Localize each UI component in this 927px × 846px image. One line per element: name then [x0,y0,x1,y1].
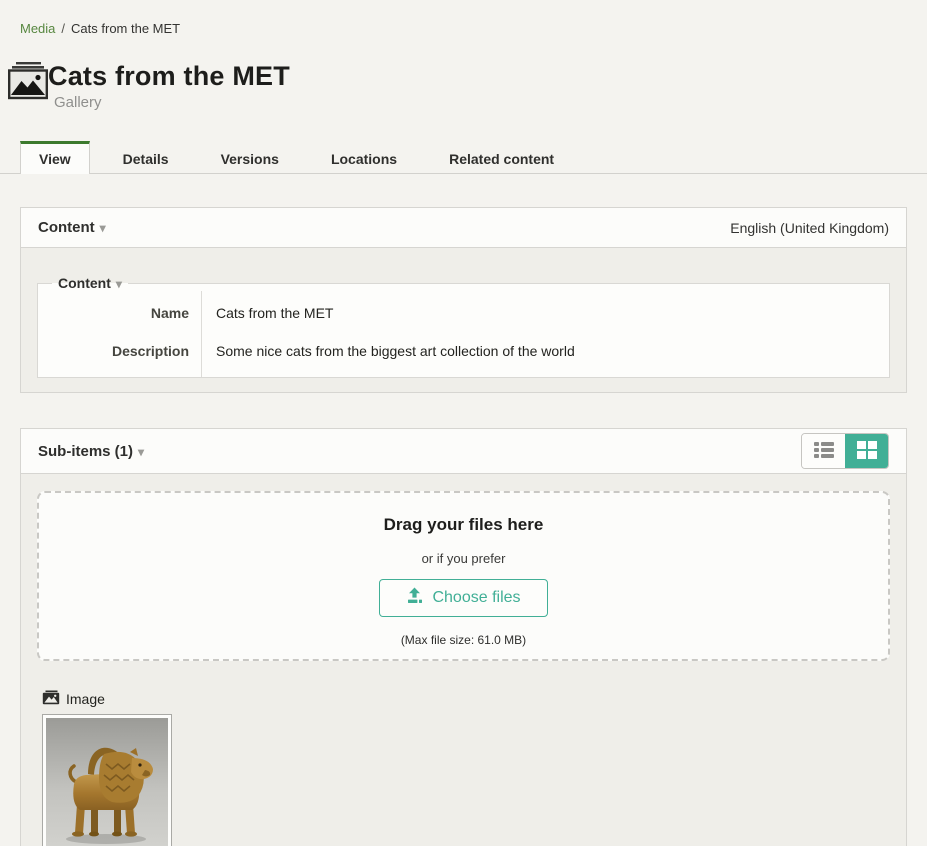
field-value: Cats from the MET [202,291,889,331]
dropzone-heading: Drag your files here [39,515,888,535]
field-row-name: Name Cats from the MET [38,291,889,331]
page: Media / Cats from the MET Cats from the ME… [0,0,927,846]
caret-down-icon: ▾ [116,277,122,291]
content-type-label: Gallery [54,94,290,111]
breadcrumb-separator: / [61,21,65,36]
content-panel: Content ▾ English (United Kingdom) Conten… [20,207,907,393]
subitems-panel-title[interactable]: Sub-items (1) ▾ [38,443,144,460]
language-label: English (United Kingdom) [730,220,889,236]
breadcrumb: Media / Cats from the MET [0,0,927,36]
max-file-size-note: (Max file size: 61.0 MB) [39,633,888,647]
caret-down-icon: ▾ [100,221,106,235]
tab-bar: View Details Versions Locations Related … [0,141,927,174]
page-title: Cats from the MET [48,60,290,92]
tab-details[interactable]: Details [104,141,188,174]
choose-files-button[interactable]: Choose files [379,579,547,617]
tab-versions[interactable]: Versions [202,141,298,174]
subitems-panel-header: Sub-items (1) ▾ [21,429,906,474]
view-mode-toggle [801,433,889,469]
tab-view[interactable]: View [20,141,90,174]
content-panel-title[interactable]: Content ▾ [38,219,106,236]
grid-view-button[interactable] [845,434,888,468]
tab-related-content[interactable]: Related content [430,141,573,174]
tab-locations[interactable]: Locations [312,141,416,174]
field-label: Name [38,291,202,331]
subitems-panel-body: Drag your files here or if you prefer Ch… [21,474,906,846]
content-panel-title-text: Content [38,219,95,236]
gallery-icon [8,62,48,100]
subitem-thumbnail[interactable] [42,714,172,846]
dropzone-subheading: or if you prefer [39,551,888,566]
lion-sculpture-image [46,718,168,846]
field-label: Description [38,331,202,377]
content-panel-header: Content ▾ English (United Kingdom) [21,208,906,248]
list-view-icon [813,441,835,462]
subitems-panel: Sub-items (1) ▾ [20,428,907,846]
breadcrumb-link-media[interactable]: Media [20,21,55,36]
content-fieldset-title-text: Content [58,275,111,291]
subitems-title-text: Sub-items (1) [38,443,133,460]
subitem-type-row: Image [42,690,890,708]
breadcrumb-current: Cats from the MET [71,21,180,36]
image-icon [42,690,60,708]
choose-files-label: Choose files [432,589,520,607]
content-fieldset-legend[interactable]: Content ▾ [52,275,128,291]
subitem-type-label: Image [66,691,105,707]
list-view-button[interactable] [802,434,845,468]
content-fieldset: Content ▾ Name Cats from the MET Descript… [37,275,890,378]
field-row-description: Description Some nice cats from the bigg… [38,331,889,377]
field-value: Some nice cats from the biggest art coll… [202,331,889,377]
upload-icon [406,587,423,609]
file-dropzone[interactable]: Drag your files here or if you prefer Ch… [37,491,890,661]
content-panel-body: Content ▾ Name Cats from the MET Descript… [21,248,906,392]
title-bar: Cats from the MET Gallery [8,60,927,111]
caret-down-icon: ▾ [138,445,144,459]
grid-view-icon [856,440,878,462]
